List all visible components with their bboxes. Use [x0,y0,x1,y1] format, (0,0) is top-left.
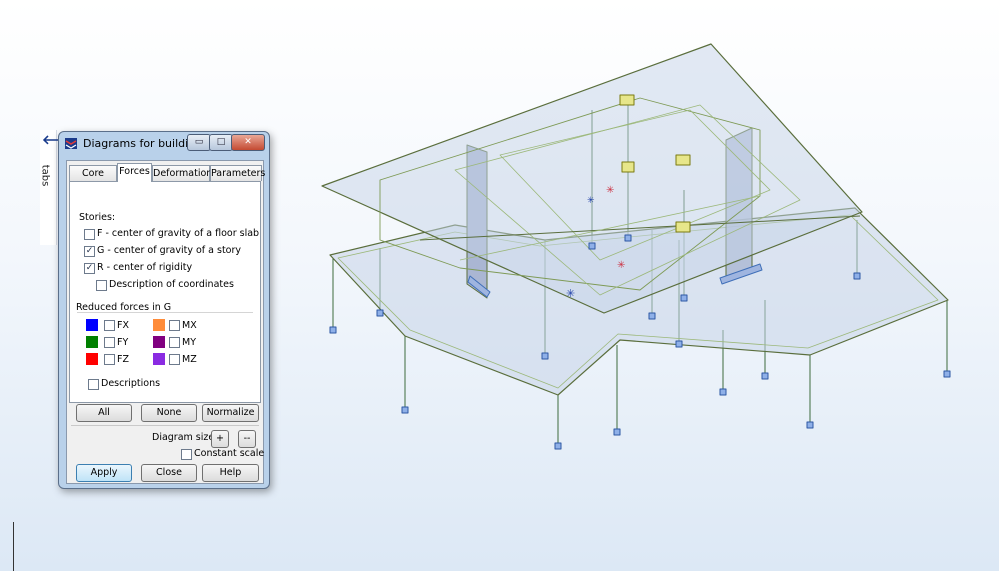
story-option-f-checkbox[interactable] [84,229,95,240]
descriptions-label: Descriptions [101,378,161,389]
app-icon [65,138,77,149]
close-button[interactable]: Close [141,464,197,482]
description-of-coordinates-label: Description of coordinates [109,279,234,290]
tab-forces[interactable]: Forces [117,163,152,182]
close-window-button[interactable]: ✕ [231,134,265,151]
tabs-strip[interactable]: 🡐 tabs [39,130,77,245]
help-button[interactable]: Help [202,464,259,482]
dialog-titlebar[interactable]: Diagrams for buildings ▭ □ ✕ [59,132,269,156]
support [853,272,861,280]
building-model: ✳ ✳ ✳ ✳ [321,43,951,450]
support [329,326,337,334]
tab-parameters[interactable]: Parameters [210,165,265,181]
diagram-size-increase-button[interactable]: + [211,430,229,448]
descriptions-checkbox[interactable] [88,379,99,390]
support [943,370,951,378]
maximize-button[interactable]: □ [209,134,233,151]
my-checkbox[interactable] [169,337,180,348]
constant-scale-label: Constant scale [194,448,265,459]
fy-label: FY [117,337,129,348]
group-divider [77,312,253,313]
diagram-size-label: Diagram size: [152,432,218,443]
tab-core-walls[interactable]: Core walls [69,165,117,194]
apply-button[interactable]: Apply [76,464,132,482]
normalize-button[interactable]: Normalize [202,404,259,422]
support [376,309,384,317]
diagrams-dialog[interactable]: Diagrams for buildings ▭ □ ✕ Core walls … [58,131,270,489]
diagram-size-decrease-button[interactable]: -- [238,430,256,448]
mz-color-swatch [153,353,165,365]
fx-label: FX [117,320,129,331]
beam-highlight [675,221,691,233]
dialog-client: Core walls Forces Deformations Parameter… [66,160,265,484]
beam-highlight [621,161,635,173]
support [554,442,562,450]
center-of-rigidity-marker: ✳ [617,260,625,271]
mz-checkbox[interactable] [169,354,180,365]
center-of-rigidity-marker: ✳ [606,185,614,196]
tab-deformations[interactable]: Deformations [152,165,217,181]
support [401,406,409,414]
none-button[interactable]: None [141,404,197,422]
story-option-g-label: G - center of gravity of a story [97,245,242,256]
fz-label: FZ [117,354,129,365]
support [613,428,621,436]
support [719,388,727,396]
beam-highlight [675,154,691,166]
beam-highlight [619,94,635,106]
fx-checkbox[interactable] [104,320,115,331]
panel-divider [13,522,14,571]
support [541,352,549,360]
support [624,234,632,242]
story-option-f-label: F - center of gravity of a floor slab [97,228,260,239]
story-option-g-checkbox[interactable]: ✓ [84,246,95,257]
support [588,242,596,250]
center-of-gravity-marker: ✳ [566,287,575,300]
separator [71,425,259,426]
fy-checkbox[interactable] [104,337,115,348]
center-of-gravity-marker: ✳ [587,196,595,206]
story-option-r-checkbox[interactable]: ✓ [84,263,95,274]
mx-color-swatch [153,319,165,331]
support [675,340,683,348]
mz-label: MZ [182,354,197,365]
support [648,312,656,320]
my-color-swatch [153,336,165,348]
stories-heading: Stories: [79,212,116,223]
constant-scale-checkbox[interactable] [181,449,192,460]
all-button[interactable]: All [76,404,132,422]
description-of-coordinates-checkbox[interactable] [96,280,107,291]
story-option-r-label: R - center of rigidity [97,262,193,273]
forces-panel: Stories: F - center of gravity of a floo… [69,181,261,403]
support [806,421,814,429]
mx-checkbox[interactable] [169,320,180,331]
fx-color-swatch [86,319,98,331]
tabs-label[interactable]: tabs [39,165,50,187]
fz-checkbox[interactable] [104,354,115,365]
support [680,294,688,302]
minimize-button[interactable]: ▭ [187,134,211,151]
my-label: MY [182,337,196,348]
support [761,372,769,380]
mx-label: MX [182,320,197,331]
fy-color-swatch [86,336,98,348]
fz-color-swatch [86,353,98,365]
